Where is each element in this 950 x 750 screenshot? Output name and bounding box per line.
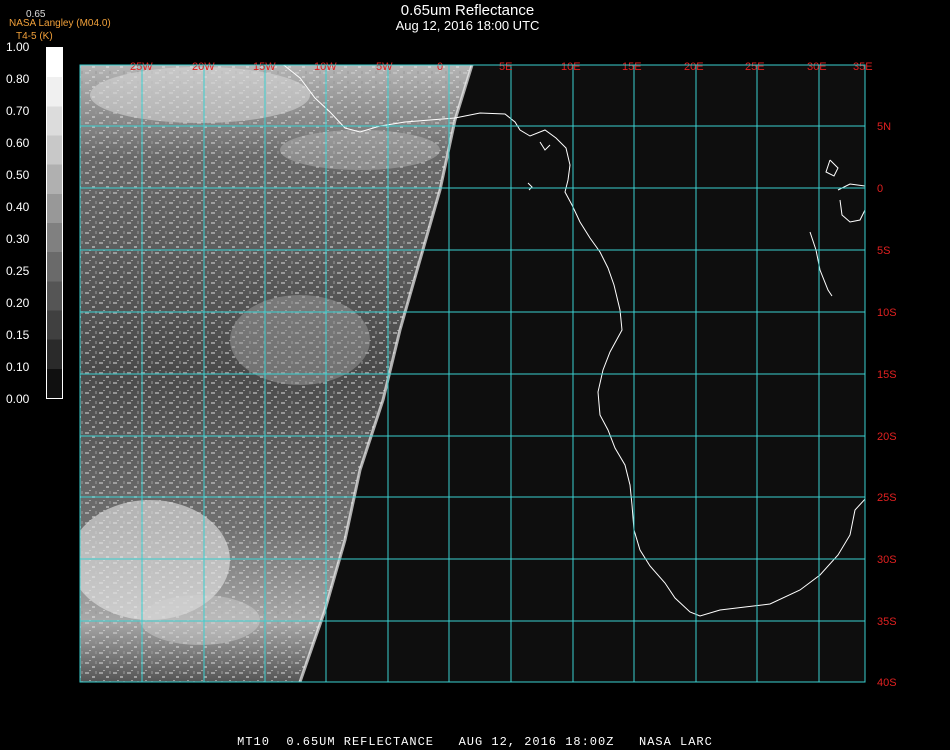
longitude-label: 10E [561,61,581,73]
longitude-label: 25E [745,61,765,73]
longitude-label: 20W [192,61,215,73]
longitude-label: 15W [253,61,276,73]
longitude-label: 5W [376,61,393,73]
latitude-label: 15S [877,369,897,381]
latitude-label: 20S [877,431,897,443]
longitude-label: 30E [807,61,827,73]
longitude-label: 25W [130,61,153,73]
latitude-label: 10S [877,307,897,319]
longitude-label: 10W [314,61,337,73]
longitude-label: 0 [437,61,443,73]
latitude-label: 25S [877,492,897,504]
longitude-label: 15E [622,61,642,73]
latitude-label: 35S [877,616,897,628]
latitude-label: 5N [877,121,891,133]
footer-caption: MT10 0.65UM REFLECTANCE AUG 12, 2016 18:… [237,735,713,749]
longitude-label: 20E [684,61,704,73]
satellite-image-viewer: 0.65um Reflectance Aug 12, 2016 18:00 UT… [0,0,950,750]
latitude-label: 0 [877,183,883,195]
latitude-labels: 5N 0 5S 10S 15S 20S 25S 30S 35S 40S [877,121,897,689]
longitude-label: 35E [853,61,873,73]
latitude-label: 40S [877,677,897,689]
satellite-map: 25W 20W 15W 10W 5W 0 5E 10E 15E 20E 25E 30E 35E 5N05… [79,61,897,689]
longitude-label: 5E [499,61,512,73]
latitude-label: 30S [877,554,897,566]
latitude-label: 5S [877,245,890,257]
